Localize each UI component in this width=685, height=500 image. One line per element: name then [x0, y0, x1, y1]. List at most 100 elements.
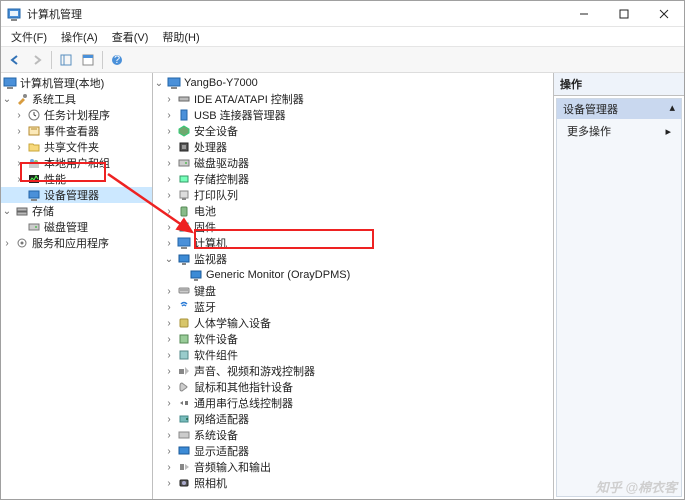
device-category[interactable]: ›人体学输入设备	[153, 315, 553, 331]
device-category[interactable]: ⌄监视器	[153, 251, 553, 267]
device-category[interactable]: ›鼠标和其他指针设备	[153, 379, 553, 395]
device-icon	[177, 396, 191, 410]
device-category[interactable]: ›IDE ATA/ATAPI 控制器	[153, 91, 553, 107]
device-category[interactable]: ›蓝牙	[153, 299, 553, 315]
back-button[interactable]	[5, 50, 25, 70]
expand-icon[interactable]: ›	[163, 94, 175, 105]
title-bar: 计算机管理	[1, 1, 684, 27]
tree-disk-management[interactable]: 磁盘管理	[1, 219, 152, 235]
actions-section[interactable]: 设备管理器 ▴	[557, 99, 681, 119]
device-category[interactable]: ›USB 连接器管理器	[153, 107, 553, 123]
menu-help[interactable]: 帮助(H)	[156, 28, 205, 46]
device-category[interactable]: ›电池	[153, 203, 553, 219]
expand-icon[interactable]: ›	[163, 446, 175, 457]
expand-icon[interactable]: ›	[163, 110, 175, 121]
expand-icon[interactable]: ›	[163, 190, 175, 201]
expand-icon[interactable]: ›	[163, 398, 175, 409]
expand-icon[interactable]: ›	[163, 350, 175, 361]
device-category[interactable]: ›声音、视频和游戏控制器	[153, 363, 553, 379]
device-category[interactable]: ›网络适配器	[153, 411, 553, 427]
tree-shared-folders[interactable]: › 共享文件夹	[1, 139, 152, 155]
expand-icon[interactable]: ›	[13, 126, 25, 137]
device-category[interactable]: ›软件组件	[153, 347, 553, 363]
menu-action[interactable]: 操作(A)	[55, 28, 104, 46]
tree-storage[interactable]: ⌄ 存储	[1, 203, 152, 219]
device-icon	[177, 364, 191, 378]
expand-icon[interactable]: ›	[13, 110, 25, 121]
storage-icon	[15, 204, 29, 218]
menu-file[interactable]: 文件(F)	[5, 28, 53, 46]
tree-task-scheduler[interactable]: › 任务计划程序	[1, 107, 152, 123]
close-button[interactable]	[644, 1, 684, 26]
tree-performance[interactable]: › 性能	[1, 171, 152, 187]
device-icon	[27, 188, 41, 202]
collapse-icon[interactable]: ⌄	[153, 78, 165, 89]
device-root[interactable]: ⌄ YangBo-Y7000	[153, 75, 553, 91]
expand-icon[interactable]: ›	[163, 126, 175, 137]
device-icon	[177, 476, 191, 490]
expand-icon[interactable]: ›	[163, 334, 175, 345]
expand-icon[interactable]: ›	[163, 414, 175, 425]
expand-icon[interactable]: ›	[163, 430, 175, 441]
expand-icon[interactable]: ›	[163, 174, 175, 185]
tools-icon	[15, 92, 29, 106]
device-category[interactable]: ›存储控制器	[153, 171, 553, 187]
console-tree: 计算机管理(本地) ⌄ 系统工具 › 任务计划程序 › 事件查看器 › 共享文件…	[1, 73, 153, 499]
services-icon	[15, 236, 29, 250]
tree-event-viewer[interactable]: › 事件查看器	[1, 123, 152, 139]
device-category[interactable]: ›键盘	[153, 283, 553, 299]
device-category[interactable]: ›计算机	[153, 235, 553, 251]
expand-icon[interactable]: ›	[163, 382, 175, 393]
expand-icon[interactable]: ›	[163, 462, 175, 473]
device-category[interactable]: ›音频输入和输出	[153, 459, 553, 475]
device-category[interactable]: ›固件	[153, 219, 553, 235]
expand-icon[interactable]: ›	[163, 158, 175, 169]
perf-icon	[27, 172, 41, 186]
device-icon	[177, 172, 191, 186]
expand-icon[interactable]: ›	[163, 366, 175, 377]
expand-icon[interactable]: ›	[13, 158, 25, 169]
tree-system-tools[interactable]: ⌄ 系统工具	[1, 91, 152, 107]
tree-device-manager[interactable]: 设备管理器	[1, 187, 152, 203]
expand-icon[interactable]: ›	[163, 222, 175, 233]
collapse-icon[interactable]: ⌄	[163, 254, 175, 265]
expand-icon[interactable]: ›	[163, 318, 175, 329]
tree-root[interactable]: 计算机管理(本地)	[1, 75, 152, 91]
expand-icon[interactable]: ›	[163, 478, 175, 489]
show-hide-button[interactable]	[56, 50, 76, 70]
device-monitor-generic[interactable]: Generic Monitor (OrayDPMS)	[153, 267, 553, 283]
expand-icon[interactable]: ›	[1, 238, 13, 249]
forward-button[interactable]	[27, 50, 47, 70]
device-category[interactable]: ›安全设备	[153, 123, 553, 139]
minimize-button[interactable]	[564, 1, 604, 26]
device-category[interactable]: ›软件设备	[153, 331, 553, 347]
more-actions[interactable]: 更多操作 ▸	[557, 119, 681, 143]
device-icon	[177, 380, 191, 394]
device-category[interactable]: ›系统设备	[153, 427, 553, 443]
device-category[interactable]: ›照相机	[153, 475, 553, 491]
expand-icon[interactable]: ›	[163, 206, 175, 217]
device-category[interactable]: ›显示适配器	[153, 443, 553, 459]
maximize-button[interactable]	[604, 1, 644, 26]
device-category[interactable]: ›打印队列	[153, 187, 553, 203]
device-category[interactable]: ›通用串行总线控制器	[153, 395, 553, 411]
expand-icon[interactable]: ›	[163, 142, 175, 153]
tree-local-users[interactable]: › 本地用户和组	[1, 155, 152, 171]
expand-icon[interactable]: ›	[13, 142, 25, 153]
properties-button[interactable]	[78, 50, 98, 70]
tree-services[interactable]: › 服务和应用程序	[1, 235, 152, 251]
device-category[interactable]: ›磁盘驱动器	[153, 155, 553, 171]
device-category[interactable]: ›处理器	[153, 139, 553, 155]
monitor-icon	[189, 268, 203, 282]
separator	[51, 51, 52, 69]
collapse-icon[interactable]: ⌄	[1, 206, 13, 217]
collapse-icon[interactable]: ⌄	[1, 94, 13, 105]
expand-icon[interactable]: ›	[163, 302, 175, 313]
expand-icon[interactable]: ›	[163, 286, 175, 297]
window-root: 计算机管理 文件(F) 操作(A) 查看(V) 帮助(H) ? 计算机管理(本地…	[0, 0, 685, 500]
expand-icon[interactable]: ›	[163, 238, 175, 249]
watermark: 知乎 @棉衣客	[596, 477, 677, 496]
expand-icon[interactable]: ›	[13, 174, 25, 185]
help-button[interactable]: ?	[107, 50, 127, 70]
menu-view[interactable]: 查看(V)	[106, 28, 155, 46]
